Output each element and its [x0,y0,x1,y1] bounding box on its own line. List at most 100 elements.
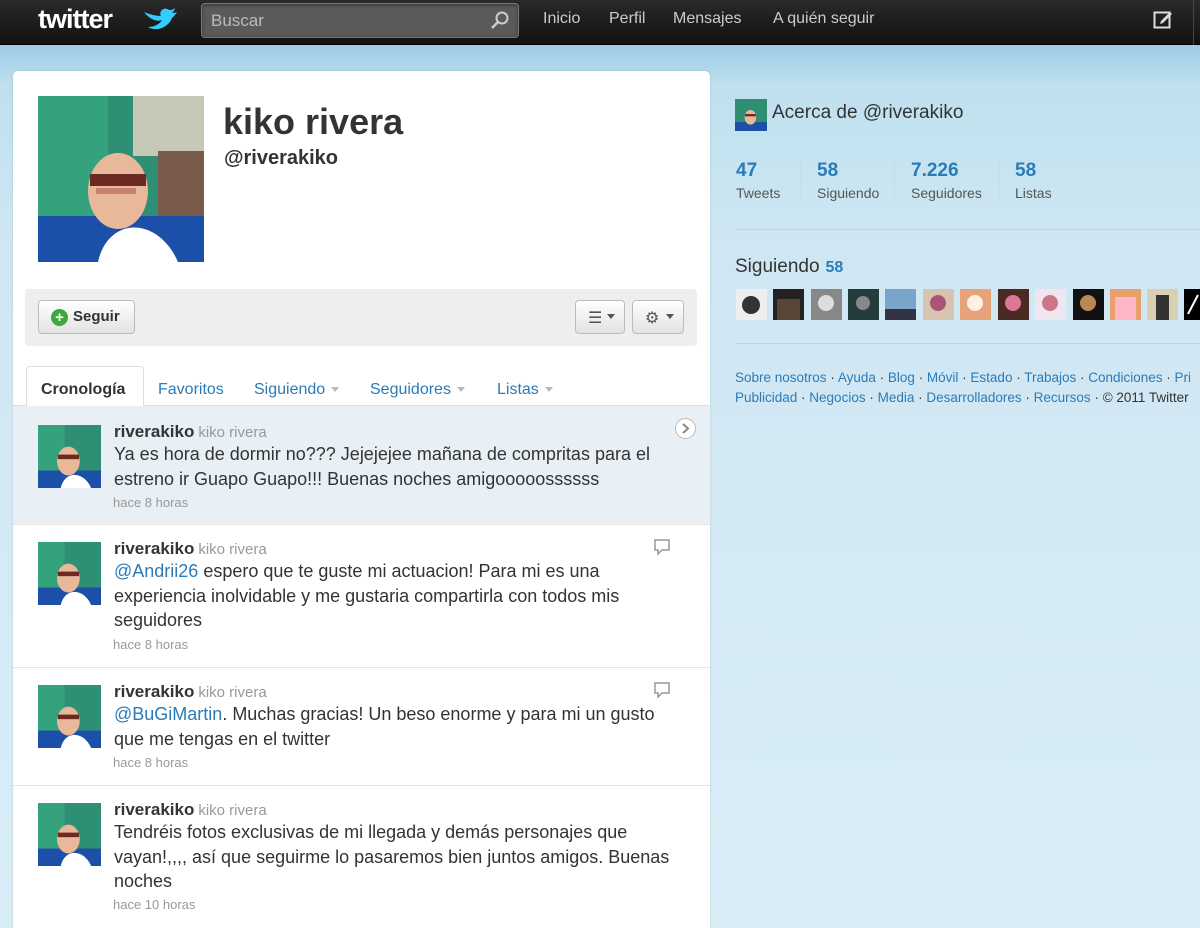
following-count[interactable]: 58 [826,259,844,276]
footer-link[interactable]: Recursos [1034,390,1091,405]
footer-link[interactable]: Publicidad [735,390,797,405]
tweet-timestamp[interactable]: hace 8 horas [113,755,188,770]
footer-link[interactable]: Condiciones [1088,370,1162,385]
profile-avatar[interactable] [38,96,204,262]
tweet-text: Ya es hora de dormir no??? Jejejejee mañ… [114,444,650,489]
tweet-username[interactable]: riverakiko kiko rivera [114,422,267,442]
tweet-avatar[interactable] [38,542,101,605]
following-avatar[interactable] [1073,289,1104,320]
tweet-avatar[interactable] [38,425,101,488]
footer-link[interactable]: Media [878,390,915,405]
stat-value: 47 [736,160,758,181]
profile-name: kiko rivera [223,101,404,142]
tweet-item[interactable]: riverakiko kiko rivera @BuGiMartin. Mucha… [13,668,710,786]
following-section-title[interactable]: Siguiendo 58 [735,256,843,278]
tweet-item[interactable]: riverakiko kiko rivera @Andrii26 espero q… [13,525,710,668]
stat-divider [999,160,1000,204]
following-avatar[interactable] [736,289,767,320]
tweet-user[interactable]: riverakiko [114,422,194,441]
sidebar-avatar[interactable] [735,99,767,131]
search-input[interactable] [202,4,482,37]
settings-menu-button[interactable]: ⚙ [632,300,684,334]
nav-mensajes[interactable]: Mensajes [673,10,741,28]
footer-link[interactable]: Ayuda [838,370,876,385]
tab-seguidores[interactable]: Seguidores [370,381,465,399]
following-avatar[interactable] [923,289,954,320]
tweet-fullname[interactable]: kiko rivera [198,802,266,819]
tab-siguiendo[interactable]: Siguiendo [254,381,340,399]
stat-following[interactable]: 58 Siguiendo [817,160,879,201]
stat-divider [894,160,895,204]
nav-perfil[interactable]: Perfil [609,10,645,28]
reply-icon[interactable] [653,681,671,699]
following-avatar[interactable] [1147,289,1178,320]
tweet-username[interactable]: riverakiko kiko rivera [114,800,267,820]
follow-button-label: Seguir [73,308,120,325]
following-avatar[interactable] [1035,289,1066,320]
footer-line-1: Sobre nosotros · Ayuda · Blog · Móvil · … [735,370,1192,385]
footer-link[interactable]: Trabajos [1024,370,1076,385]
stat-label: Listas [1015,185,1052,201]
tweet-fullname[interactable]: kiko rivera [198,541,266,558]
tweet-timestamp[interactable]: hace 8 horas [113,637,188,652]
tab-listas[interactable]: Listas [497,381,553,399]
footer-link[interactable]: Negocios [809,390,865,405]
caret-down-icon [607,314,615,319]
following-avatar[interactable] [848,289,879,320]
stat-followers[interactable]: 7.226 Seguidores [911,160,982,201]
footer-link[interactable]: Estado [970,370,1012,385]
following-avatar[interactable] [885,289,916,320]
profile-column: kiko rivera @riverakiko + Seguir ☰ ⚙ Cro… [13,71,710,928]
compose-icon[interactable] [1153,9,1173,29]
list-menu-button[interactable]: ☰ [575,300,625,334]
tweet-username[interactable]: riverakiko kiko rivera [114,539,267,559]
tweet-mention[interactable]: @BuGiMartin [114,704,222,724]
nav-a-quien-seguir[interactable]: A quién seguir [773,10,874,28]
follow-button[interactable]: + Seguir [38,300,135,334]
tweet-timestamp[interactable]: hace 10 horas [113,897,195,912]
stat-divider [800,160,801,204]
tweet-avatar[interactable] [38,685,101,748]
expand-tweet-button[interactable] [675,418,696,439]
following-avatar[interactable] [1110,289,1141,320]
tweet-user[interactable]: riverakiko [114,800,194,819]
tweet-fullname[interactable]: kiko rivera [198,684,266,701]
tweet-item[interactable]: riverakiko kiko rivera Ya es hora de dorm… [13,406,710,525]
footer-link[interactable]: Blog [888,370,915,385]
plus-icon: + [51,309,68,326]
following-avatar[interactable] [773,289,804,320]
tweet-item[interactable]: riverakiko kiko rivera Tendréis fotos exc… [13,786,710,928]
tweet-user[interactable]: riverakiko [114,682,194,701]
search-box[interactable] [201,3,519,38]
sidebar-divider [735,343,1200,344]
footer-link[interactable]: Sobre nosotros [735,370,827,385]
profile-action-bar: + Seguir ☰ ⚙ [25,289,697,346]
tab-cronologia[interactable]: Cronología [26,366,144,407]
stat-tweets[interactable]: 47 Tweets [736,160,780,201]
search-icon[interactable] [490,10,510,30]
tab-favoritos[interactable]: Favoritos [158,381,224,399]
following-avatar[interactable] [811,289,842,320]
footer-link[interactable]: Móvil [927,370,959,385]
tweet-timestamp[interactable]: hace 8 horas [113,495,188,510]
twitter-logo[interactable]: twitter [38,4,113,35]
reply-icon[interactable] [653,538,671,556]
stat-value: 58 [817,160,839,181]
following-avatar[interactable] [1184,289,1200,320]
tweet-fullname[interactable]: kiko rivera [198,424,266,441]
stat-lists[interactable]: 58 Listas [1015,160,1052,201]
sidebar-divider [735,229,1200,230]
tweet-username[interactable]: riverakiko kiko rivera [114,682,267,702]
following-title-label: Siguiendo [735,256,820,277]
nav-inicio[interactable]: Inicio [543,10,580,28]
tweet-mention[interactable]: @Andrii26 [114,561,198,581]
footer-link[interactable]: Pri [1175,370,1192,385]
following-avatar[interactable] [998,289,1029,320]
tweet-text: Tendréis fotos exclusivas de mi llegada … [114,822,670,891]
footer-link[interactable]: Desarrolladores [926,390,1021,405]
caret-down-icon [456,387,465,393]
following-avatar[interactable] [960,289,991,320]
stat-value: 58 [1015,160,1037,181]
tweet-avatar[interactable] [38,803,101,866]
tweet-user[interactable]: riverakiko [114,539,194,558]
